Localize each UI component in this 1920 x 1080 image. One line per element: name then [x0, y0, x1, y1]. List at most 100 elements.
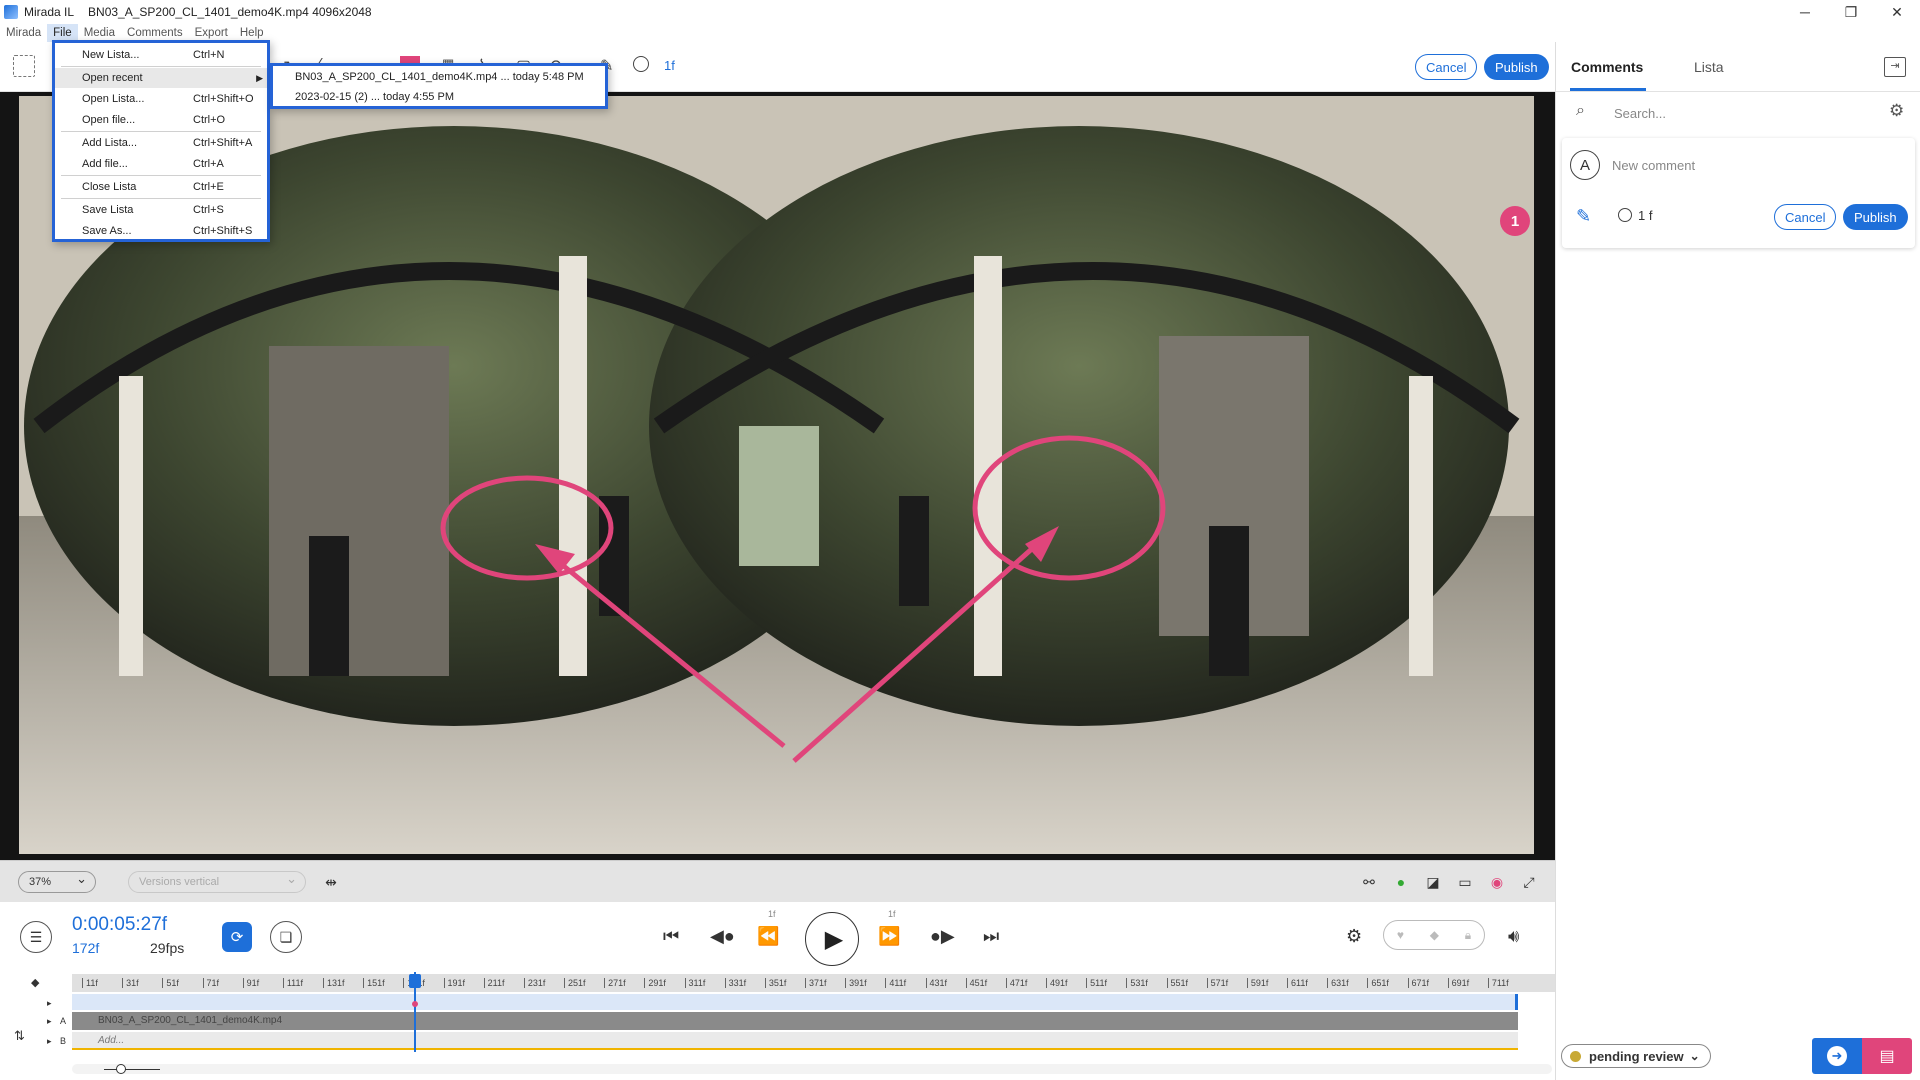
comment-frame-label: 1 f [1638, 208, 1653, 223]
menu-new-lista[interactable]: New Lista... Ctrl+N [55, 45, 267, 65]
tab-lista[interactable]: Lista [1694, 59, 1724, 75]
timeline-tick: 91f [242, 978, 260, 988]
keyframe-lock-icon[interactable]: 🔒︎ [1465, 928, 1471, 943]
play-button[interactable]: ▶ [805, 912, 859, 966]
menu-open-recent[interactable]: Open recent ▶ [55, 68, 267, 88]
recent-item[interactable]: BN03_A_SP200_CL_1401_demo4K.mp4 ... toda… [295, 68, 584, 86]
compare-icon[interactable]: ⚯ [1360, 873, 1378, 891]
exposure-icon[interactable]: ◪ [1424, 873, 1442, 891]
track-a-expand-icon[interactable]: ▸ [47, 1016, 52, 1027]
playhead-handle[interactable] [409, 974, 421, 988]
zoom-select[interactable]: 37% [18, 869, 96, 893]
timeline-tick: 291f [644, 978, 666, 988]
timeline-ruler[interactable]: 11f31f51f71f91f111f131f151f171f191f211f2… [72, 974, 1555, 992]
step-back-label: 1f [768, 909, 776, 919]
pdf-report-button[interactable]: ▤ [1862, 1038, 1912, 1074]
menu-open-file[interactable]: Open file... Ctrl+O [55, 110, 267, 130]
search-icon: ⌕ [1576, 102, 1585, 119]
fullscreen-icon[interactable]: ⤢ [1520, 873, 1538, 891]
step-back-icon[interactable]: ⏪ [757, 926, 779, 947]
menu-save-as[interactable]: Save As... Ctrl+Shift+S [55, 221, 267, 241]
menu-item-shortcut: Ctrl+Shift+O [193, 93, 254, 105]
chevron-down-icon: ⌄ [1689, 1049, 1700, 1063]
go-to-end-icon[interactable]: ⏭ [983, 926, 999, 947]
range-expand-icon[interactable]: ▸ [47, 998, 52, 1009]
playback-mode-icon[interactable]: ⚙ [1346, 926, 1362, 947]
timecode[interactable]: 0:00:05:27f [72, 914, 167, 936]
track-b-expand-icon[interactable]: ▸ [47, 1036, 52, 1047]
menu-item-label: New Lista... [82, 49, 140, 61]
timeline-tick: 31f [122, 978, 139, 988]
timeline-zoom-knob[interactable] [116, 1064, 126, 1074]
timer-icon [633, 56, 649, 72]
color-channels-icon[interactable]: ● [1392, 873, 1410, 891]
submenu-arrow-icon: ▶ [256, 73, 263, 83]
display-icon[interactable]: ▭ [1456, 873, 1474, 891]
menu-save-lista[interactable]: Save Lista Ctrl+S [55, 200, 267, 220]
timeline-zoom-slider[interactable] [104, 1069, 160, 1070]
menu-item-label: Open Lista... [82, 93, 145, 105]
keyframe-heart-icon[interactable]: ♥ [1397, 928, 1404, 942]
search-row: ⌕ ⚙ [1566, 98, 1911, 128]
timeline-tick: 491f [1046, 978, 1068, 988]
gear-icon[interactable]: ⚙ [1889, 101, 1904, 121]
next-clip-icon[interactable]: ●▶ [930, 926, 955, 947]
keyframe-controls[interactable]: ♥ ◆ 🔒︎ [1383, 920, 1485, 950]
layers-icon[interactable]: ❏ [270, 921, 302, 953]
toolbar-cancel-button[interactable]: Cancel [1415, 54, 1478, 80]
frame-counter: 172f [72, 940, 100, 956]
search-input[interactable] [1614, 100, 1864, 126]
volume-icon[interactable]: 🔊︎ [1508, 926, 1519, 947]
new-comment-input[interactable] [1612, 152, 1892, 178]
recent-item[interactable]: 2023-02-15 (2) ... today 4:55 PM [295, 88, 454, 106]
menu-mirada[interactable]: Mirada [0, 24, 47, 42]
comment-cancel-button[interactable]: Cancel [1774, 204, 1837, 230]
select-tool-icon[interactable] [13, 55, 35, 77]
comments-panel: Comments Lista ⇥ ⌕ ⚙ A ✎ 1 f Cancel Publ… [1555, 42, 1920, 1080]
loop-icon[interactable]: ⟳ [222, 922, 252, 952]
timeline-scrollbar[interactable] [72, 1064, 1552, 1074]
status-dropdown[interactable]: pending review ⌄ [1561, 1044, 1711, 1068]
timeline[interactable]: ◆ 11f31f51f71f91f111f131f151f171f191f211… [0, 972, 1555, 1080]
draw-tool-icon[interactable]: ✎ [1576, 206, 1591, 227]
fps-label: 29fps [150, 940, 185, 956]
timeline-tick: 271f [604, 978, 626, 988]
menu-item-shortcut: Ctrl+A [193, 158, 224, 170]
next-item-button[interactable]: ➜ [1812, 1038, 1862, 1074]
track-a[interactable] [72, 1012, 1518, 1030]
menu-add-file[interactable]: Add file... Ctrl+A [55, 154, 267, 174]
timeline-tick: 71f [202, 978, 220, 988]
timeline-tick: 331f [724, 978, 747, 988]
timeline-tick: 131f [323, 978, 345, 988]
track-b[interactable] [72, 1032, 1518, 1050]
previous-clip-icon[interactable]: ◀● [710, 926, 735, 947]
menu-open-lista[interactable]: Open Lista... Ctrl+Shift+O [55, 89, 267, 109]
annotation-marker[interactable] [412, 1001, 418, 1007]
minimize-button[interactable]: ─ [1782, 0, 1828, 24]
timeline-tick: 671f [1407, 978, 1430, 988]
track-b-add[interactable]: Add... [98, 1035, 124, 1046]
tab-comments[interactable]: Comments [1571, 59, 1643, 75]
annotations-visibility-icon[interactable]: ◉ [1488, 873, 1506, 891]
menu-close-lista[interactable]: Close Lista Ctrl+E [55, 177, 267, 197]
toolbar-publish-button[interactable]: Publish [1484, 54, 1549, 80]
menu-add-lista[interactable]: Add Lista... Ctrl+Shift+A [55, 133, 267, 153]
step-forward-icon[interactable]: ⏩ [878, 926, 900, 947]
timeline-tick: 51f [162, 978, 179, 988]
timeline-tick: 351f [764, 978, 787, 988]
marker-diamond-icon[interactable]: ◆ [31, 976, 39, 989]
menu-divider [61, 175, 261, 176]
close-button[interactable]: ✕ [1874, 0, 1920, 24]
playback-range[interactable] [72, 994, 1518, 1010]
versions-select[interactable]: Versions vertical [128, 869, 306, 893]
split-icon[interactable]: ⇹ [322, 873, 340, 891]
keyframe-diamond-icon[interactable]: ◆ [1430, 928, 1439, 942]
collapse-panel-icon[interactable]: ⇥ [1884, 57, 1906, 77]
timeline-tick: 371f [805, 978, 827, 988]
comment-marker[interactable]: 1 [1500, 206, 1530, 236]
swap-tracks-icon[interactable]: ⇅ [14, 1028, 25, 1044]
settings-list-icon[interactable]: ☰ [20, 921, 52, 953]
go-to-start-icon[interactable]: ⏮ [663, 926, 679, 947]
restore-button[interactable]: ❐ [1828, 0, 1874, 24]
comment-publish-button[interactable]: Publish [1843, 204, 1908, 230]
